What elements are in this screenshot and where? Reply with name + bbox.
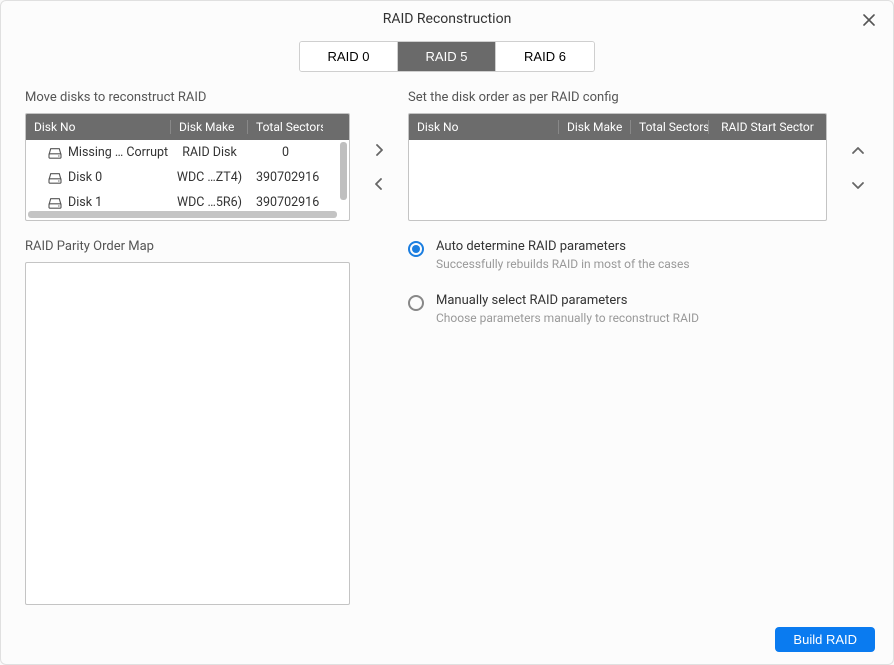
transfer-buttons [370, 90, 388, 605]
col-disk-make: Disk Make [559, 120, 631, 134]
target-disks-table[interactable]: Disk No Disk Make Total Sectors RAID Sta… [408, 113, 827, 221]
col-total-sectors: Total Sectors [248, 120, 323, 134]
chevron-right-icon [374, 143, 384, 160]
reorder-buttons [847, 90, 869, 605]
close-icon [863, 13, 875, 30]
cell-text: Disk 1 [68, 195, 102, 210]
left-section-label: Move disks to reconstruct RAID [25, 90, 350, 105]
chevron-down-icon [851, 178, 865, 193]
cell-text: Missing … Corrupt [68, 145, 168, 160]
radio-auto-texts: Auto determine RAID parameters Successfu… [436, 239, 690, 271]
table-row[interactable]: Disk 0 WDC …ZT4) 390702916 [26, 165, 349, 190]
tab-raid6[interactable]: RAID 6 [496, 42, 594, 71]
move-right-button[interactable] [368, 140, 390, 162]
disk-icon [48, 147, 62, 159]
cell-disk-no: Disk 0 [26, 170, 171, 185]
table-row[interactable]: Missing … Corrupt RAID Disk 0 [26, 140, 349, 165]
col-disk-no: Disk No [26, 120, 171, 134]
radio-manual-texts: Manually select RAID parameters Choose p… [436, 293, 699, 325]
radio-auto-row: Auto determine RAID parameters Successfu… [408, 239, 827, 271]
move-down-button[interactable] [847, 174, 869, 196]
vertical-scrollbar[interactable] [340, 142, 347, 200]
cell-disk-make: RAID Disk [171, 145, 248, 160]
disk-icon [48, 197, 62, 209]
build-raid-button[interactable]: Build RAID [775, 627, 875, 652]
radio-manual[interactable] [408, 295, 424, 311]
radio-auto-title: Auto determine RAID parameters [436, 239, 690, 254]
parity-map-label: RAID Parity Order Map [25, 239, 350, 254]
radio-manual-title: Manually select RAID parameters [436, 293, 699, 308]
close-button[interactable] [859, 11, 879, 31]
source-disks-table[interactable]: Disk No Disk Make Total Sectors Missing … [25, 113, 350, 221]
radio-auto[interactable] [408, 241, 424, 257]
col-raid-start: RAID Start Sector [709, 120, 826, 134]
chevron-up-icon [851, 144, 865, 159]
target-table-header: Disk No Disk Make Total Sectors RAID Sta… [409, 114, 826, 140]
dialog-footer: Build RAID [1, 617, 893, 664]
cell-disk-make: WDC …5R6) [171, 195, 248, 210]
col-total-sectors: Total Sectors [631, 120, 709, 134]
tab-raid5[interactable]: RAID 5 [398, 42, 496, 71]
right-section-label: Set the disk order as per RAID config [408, 90, 827, 105]
radio-manual-sub: Choose parameters manually to reconstruc… [436, 311, 699, 325]
move-left-button[interactable] [368, 174, 390, 196]
cell-total-sectors: 0 [248, 145, 323, 160]
disk-icon [48, 172, 62, 184]
title-bar: RAID Reconstruction [1, 1, 893, 35]
source-table-header: Disk No Disk Make Total Sectors [26, 114, 349, 140]
cell-disk-no: Missing … Corrupt [26, 145, 171, 160]
radio-auto-sub: Successfully rebuilds RAID in most of th… [436, 257, 690, 271]
cell-text: Disk 0 [68, 170, 102, 185]
source-table-body: Missing … Corrupt RAID Disk 0 Disk 0 WDC… [26, 140, 349, 215]
move-up-button[interactable] [847, 140, 869, 162]
content-area: Move disks to reconstruct RAID Disk No D… [1, 90, 893, 617]
left-column: Move disks to reconstruct RAID Disk No D… [25, 90, 350, 605]
cell-disk-make: WDC …ZT4) [171, 170, 248, 185]
tab-group: RAID 0 RAID 5 RAID 6 [299, 41, 595, 72]
right-column: Set the disk order as per RAID config Di… [408, 90, 827, 605]
chevron-left-icon [374, 177, 384, 194]
cell-disk-no: Disk 1 [26, 195, 171, 210]
raid-level-tabs: RAID 0 RAID 5 RAID 6 [1, 35, 893, 90]
raid-reconstruction-dialog: RAID Reconstruction RAID 0 RAID 5 RAID 6… [0, 0, 894, 665]
radio-manual-row: Manually select RAID parameters Choose p… [408, 293, 827, 325]
raid-params-radio-group: Auto determine RAID parameters Successfu… [408, 239, 827, 347]
cell-total-sectors: 390702916 [248, 195, 323, 210]
dialog-title: RAID Reconstruction [383, 11, 512, 27]
horizontal-scrollbar[interactable] [28, 211, 337, 218]
col-disk-make: Disk Make [171, 120, 248, 134]
col-disk-no: Disk No [409, 120, 559, 134]
tab-raid0[interactable]: RAID 0 [300, 42, 398, 71]
parity-order-map [25, 262, 350, 605]
cell-total-sectors: 390702916 [248, 170, 323, 185]
